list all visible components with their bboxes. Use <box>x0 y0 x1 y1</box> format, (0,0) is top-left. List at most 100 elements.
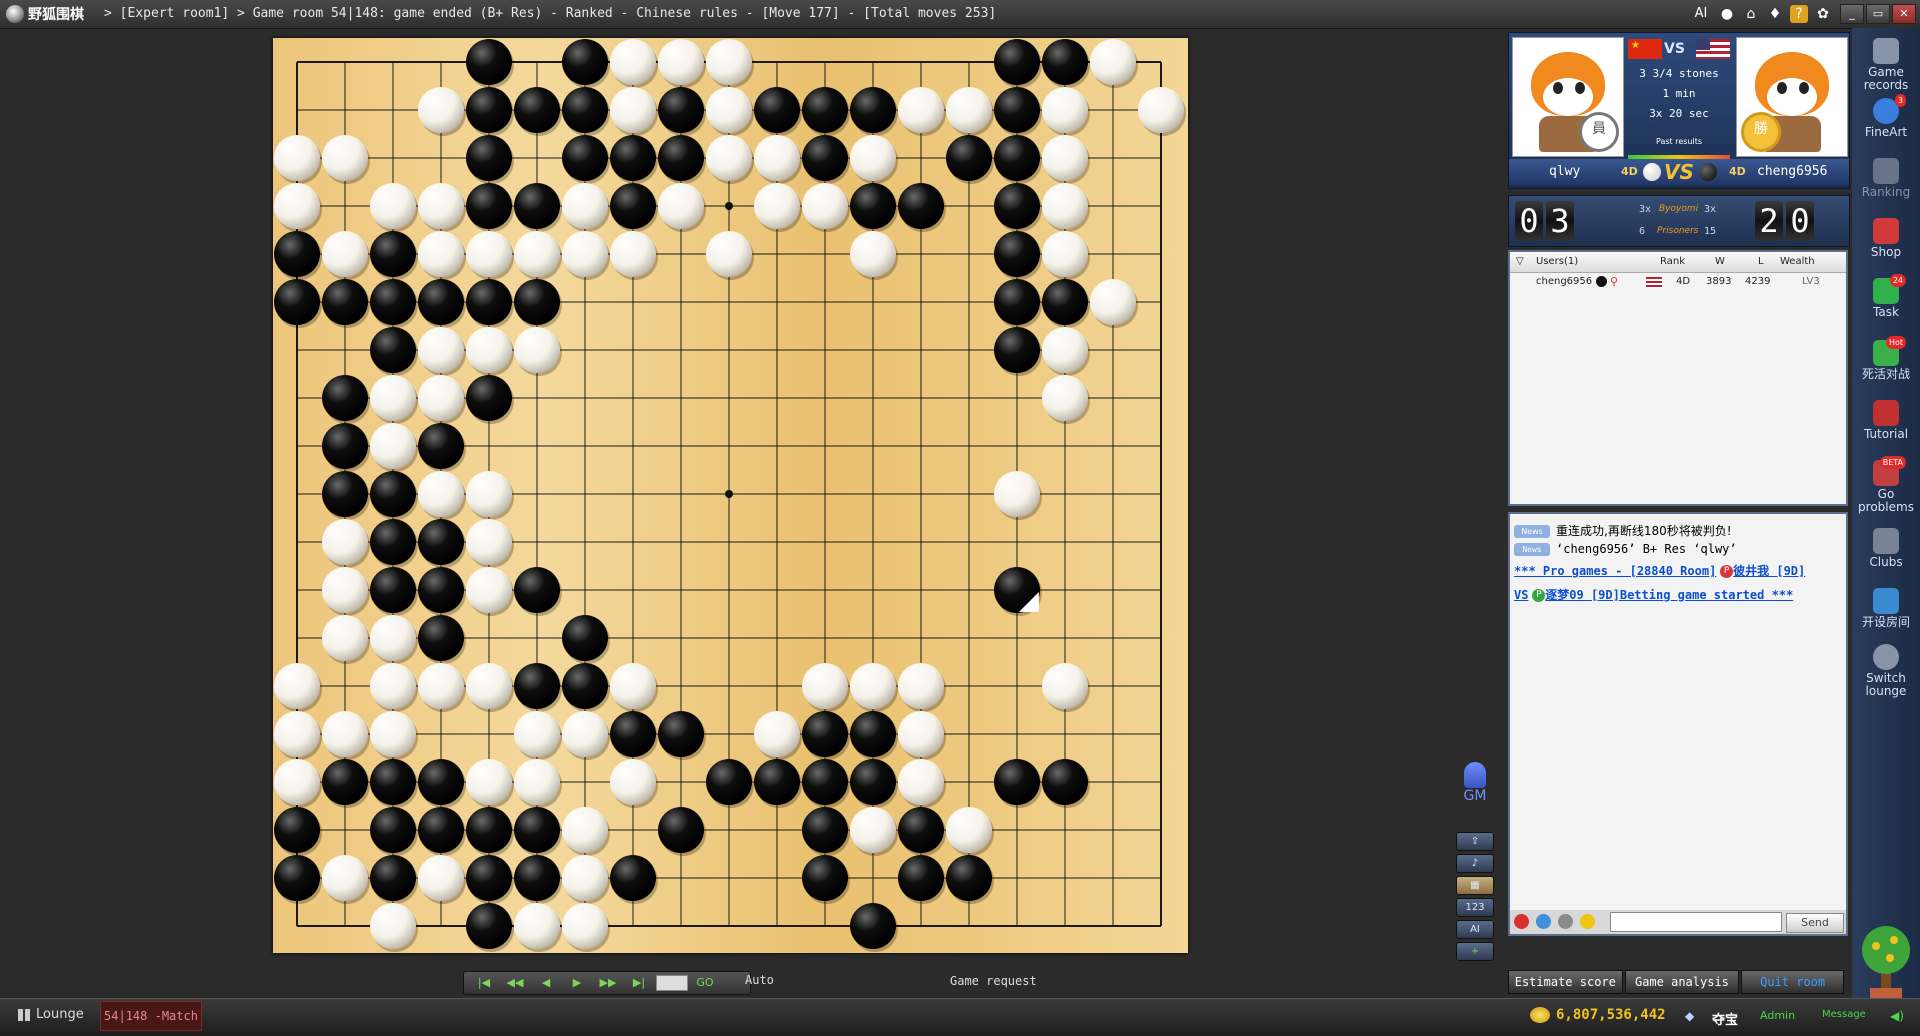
fast-forward-button[interactable]: ▶▶ <box>594 975 622 991</box>
black-stone <box>418 567 464 613</box>
black-stone <box>514 855 560 901</box>
treasure-button[interactable]: 夺宝 <box>1712 1009 1738 1028</box>
black-stone <box>322 423 368 469</box>
black-stone <box>466 375 512 421</box>
move-number-input[interactable] <box>656 975 688 991</box>
coin-balance[interactable]: 6,807,536,442 <box>1530 1007 1666 1023</box>
switch-lounge-button[interactable]: Switch lounge <box>1852 644 1920 698</box>
gear-icon[interactable]: ✿ <box>1814 5 1832 23</box>
sidebar-label: Switch lounge <box>1865 671 1907 698</box>
white-stone <box>370 615 416 661</box>
create-room-button[interactable]: 开设房间 <box>1852 588 1920 629</box>
help-icon[interactable]: ? <box>1790 5 1808 23</box>
fast-back-button[interactable]: ◀◀ <box>501 975 529 991</box>
shirt-icon[interactable]: ♦ <box>1766 5 1784 23</box>
quit-room-button[interactable]: Quit room <box>1741 970 1845 994</box>
col-losses[interactable]: L <box>1758 256 1764 267</box>
pro-player-link[interactable]: 彼井我 [9D] <box>1733 564 1805 578</box>
life-death-battle-button[interactable]: Hot 死活对战 <box>1852 336 1920 381</box>
ai-button[interactable]: AI <box>1692 5 1710 23</box>
ai-toggle[interactable]: AI <box>1456 920 1494 939</box>
diamond-icon[interactable]: ◆ <box>1685 1009 1694 1023</box>
emoji-icon[interactable] <box>1580 914 1595 929</box>
game-records-button[interactable]: Game records <box>1852 38 1920 92</box>
white-stone <box>1042 231 1088 277</box>
white-stone <box>466 567 512 613</box>
send-button[interactable]: Send <box>1786 913 1844 933</box>
col-wins[interactable]: W <box>1715 256 1725 267</box>
pro-games-text[interactable]: *** Pro games - [28840 Room] <box>1514 564 1716 578</box>
board-canvas[interactable] <box>273 38 1188 953</box>
white-player-name[interactable]: qlwy <box>1549 164 1580 179</box>
last-move-button[interactable]: ▶| <box>625 975 653 991</box>
go-board[interactable] <box>273 38 1188 953</box>
vs-label: VS <box>1664 41 1685 57</box>
col-rank[interactable]: Rank <box>1660 256 1685 267</box>
match-tab[interactable]: 54|148 -Match <box>100 1001 202 1031</box>
black-stone <box>418 807 464 853</box>
rank-badge-icon: 勝 <box>1741 112 1781 152</box>
black-player-avatar[interactable]: 勝 <box>1736 37 1848 157</box>
vs-link[interactable]: VS <box>1514 588 1528 602</box>
record-icon[interactable] <box>1514 914 1529 929</box>
chat-input[interactable] <box>1610 912 1782 932</box>
white-stone <box>610 759 656 805</box>
betting-game-link[interactable]: 逐梦09 [9D]Betting game started *** <box>1545 588 1793 602</box>
game-analysis-button[interactable]: Game analysis <box>1624 970 1740 994</box>
task-button[interactable]: 24 Task <box>1852 274 1920 319</box>
forward-button[interactable]: ▶ <box>563 975 591 991</box>
ranking-button[interactable]: Ranking <box>1852 158 1920 199</box>
auto-play-button[interactable]: Auto <box>745 973 774 987</box>
money-tree-icon[interactable] <box>1856 918 1916 998</box>
white-stone <box>274 711 320 757</box>
share-icon[interactable]: ⇪ <box>1456 832 1494 851</box>
table-row[interactable]: cheng6956 ⚲ 4D 3893 4239 LV3 <box>1510 274 1846 292</box>
maximize-button[interactable]: ▭ <box>1866 4 1890 24</box>
clubs-button[interactable]: Clubs <box>1852 528 1920 569</box>
add-icon[interactable]: + <box>1456 942 1494 961</box>
home-icon[interactable]: ⌂ <box>1742 5 1760 23</box>
gm-button[interactable]: GM <box>1455 762 1495 804</box>
black-player-name[interactable]: cheng6956 <box>1757 164 1827 179</box>
volume-icon[interactable]: ◀) <box>1890 1009 1904 1023</box>
user-icon[interactable]: ● <box>1718 5 1736 23</box>
first-move-button[interactable]: |◀ <box>470 975 498 991</box>
col-users[interactable]: Users(1) <box>1536 256 1578 267</box>
black-stone <box>850 183 896 229</box>
sidebar-label: Clubs <box>1869 555 1903 569</box>
black-stone <box>466 87 512 133</box>
sidebar-label: FineArt <box>1864 125 1908 139</box>
white-stone <box>514 711 560 757</box>
col-wealth[interactable]: Wealth <box>1780 256 1815 267</box>
board-style-icon[interactable]: ▦ <box>1456 876 1494 895</box>
betting-link[interactable]: VS P 逐梦09 [9D]Betting game started *** <box>1514 586 1793 603</box>
white-stone <box>322 135 368 181</box>
minimize-button[interactable]: _ <box>1840 4 1864 24</box>
past-results-label[interactable]: Past results <box>1624 137 1734 146</box>
go-problems-button[interactable]: BETA Go problems <box>1852 456 1920 514</box>
game-request-button[interactable]: Game request <box>950 974 1037 988</box>
white-stone <box>850 807 896 853</box>
message-button[interactable]: Message <box>1822 1009 1866 1020</box>
tutorial-button[interactable]: Tutorial <box>1852 400 1920 441</box>
fineart-button[interactable]: 3 FineArt <box>1852 94 1920 139</box>
sound-icon[interactable]: ♪ <box>1456 854 1494 873</box>
admin-button[interactable]: Admin <box>1760 1009 1795 1022</box>
white-stone <box>610 39 656 85</box>
chat-bubble-icon[interactable] <box>1558 914 1573 929</box>
black-stone <box>658 807 704 853</box>
shop-button[interactable]: Shop <box>1852 218 1920 259</box>
black-stone <box>658 135 704 181</box>
white-player-avatar[interactable]: 員 <box>1512 37 1624 157</box>
go-button[interactable]: GO <box>691 975 719 991</box>
close-button[interactable]: ✕ <box>1892 4 1916 24</box>
back-button[interactable]: ◀ <box>532 975 560 991</box>
globe-icon[interactable] <box>1536 914 1551 929</box>
move-number-toggle[interactable]: 123 <box>1456 898 1494 917</box>
estimate-score-button[interactable]: Estimate score <box>1508 970 1623 994</box>
white-stone <box>466 519 512 565</box>
black-stone <box>898 855 944 901</box>
lounge-tab[interactable]: Lounge <box>18 1007 84 1022</box>
filter-icon[interactable]: ▽ <box>1516 256 1524 267</box>
pro-games-link[interactable]: *** Pro games - [28840 Room] P 彼井我 [9D] <box>1514 562 1805 579</box>
